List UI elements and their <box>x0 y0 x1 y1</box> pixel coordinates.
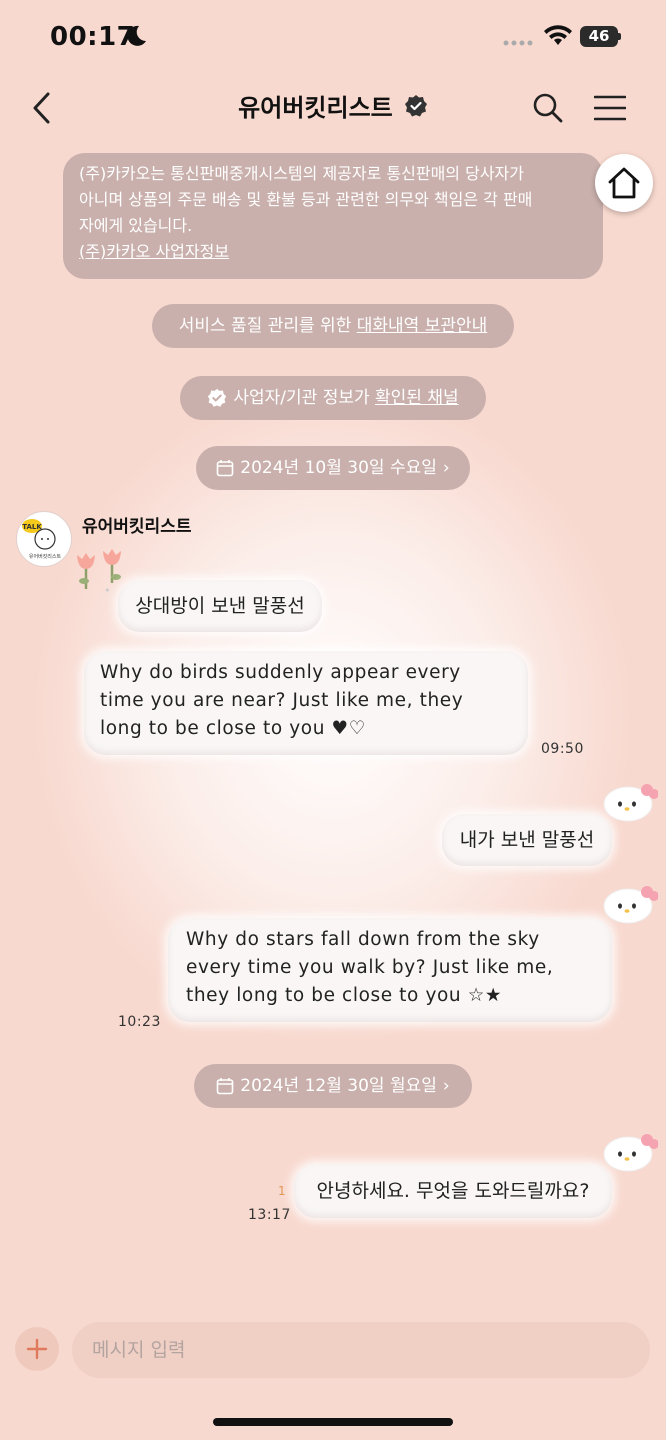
commerce-notice: (주)카카오는 통신판매중개시스템의 제공자로 통신판매의 당사자가 아니며 상… <box>63 153 603 279</box>
message-line: time you are near? Just like me, they <box>100 690 464 711</box>
talk-avatar-icon: TALK 유어버킷리스트 <box>22 519 62 560</box>
verified-channel-notice: 사업자/기관 정보가 확인된 채널 <box>180 376 486 420</box>
date-divider[interactable]: 2024년 12월 30일 월요일 › <box>194 1064 472 1108</box>
battery-indicator: 46 <box>580 26 618 47</box>
service-notice-text: 서비스 품질 관리를 위한 <box>178 316 357 336</box>
verified-badge-icon <box>404 94 427 116</box>
wifi-icon <box>544 25 572 45</box>
home-icon <box>608 167 640 199</box>
message-line: long to be close to you ♥♡ <box>100 718 366 739</box>
sender-name: 유어버킷리스트 <box>82 517 192 537</box>
message-line: Why do birds suddenly appear every <box>100 662 461 683</box>
unread-count: 1 <box>278 1184 286 1198</box>
avatar-talk-label: TALK <box>22 523 42 531</box>
chat-history-link[interactable]: 대화내역 보관안내 <box>357 316 488 336</box>
header-title-wrap: 유어버킷리스트 <box>0 88 666 123</box>
verified-channel-link[interactable]: 확인된 채널 <box>375 388 459 408</box>
message-timestamp: 09:50 <box>541 741 584 757</box>
received-message[interactable]: 상대방이 보낸 말풍선 <box>118 580 322 632</box>
verified-text: 사업자/기관 정보가 <box>233 388 376 408</box>
message-line: Why do stars fall down from the sky <box>186 929 540 950</box>
menu-icon[interactable] <box>594 94 626 122</box>
calendar-icon <box>216 460 234 477</box>
battery-cap <box>618 33 621 40</box>
sent-message[interactable]: 내가 보낸 말풍선 <box>442 814 612 866</box>
business-info-link[interactable]: (주)카카오 사업자정보 <box>79 239 587 265</box>
tulip-sticker-icon: ✦ <box>77 549 121 595</box>
sent-message[interactable]: 안녕하세요. 무엇을 도와드릴까요? <box>294 1164 612 1218</box>
calendar-icon <box>216 1078 234 1095</box>
svg-text:✦: ✦ <box>104 586 111 595</box>
avatar[interactable]: TALK 유어버킷리스트 <box>16 511 72 567</box>
date-divider[interactable]: 2024년 10월 30일 수요일 › <box>196 446 470 490</box>
status-time: 00:17 <box>50 22 136 52</box>
message-timestamp: 10:23 <box>118 1014 161 1030</box>
hello-kitty-sticker-icon <box>603 1134 658 1172</box>
hello-kitty-sticker-icon <box>603 784 658 822</box>
verified-check-icon <box>208 388 227 407</box>
date-label: 2024년 10월 30일 수요일 <box>240 458 437 478</box>
chat-history-notice: 서비스 품질 관리를 위한 대화내역 보관안내 <box>152 304 514 348</box>
message-line: they long to be close to you ☆★ <box>186 985 503 1006</box>
signal-icon <box>503 40 533 46</box>
sent-message[interactable]: Why do stars fall down from the sky ever… <box>168 918 612 1022</box>
moon-icon <box>127 25 146 46</box>
date-label: 2024년 12월 30일 월요일 <box>240 1076 437 1096</box>
search-icon[interactable] <box>532 92 564 124</box>
chevron-right-icon: › <box>442 1076 450 1096</box>
received-message[interactable]: Why do birds suddenly appear every time … <box>84 651 528 755</box>
page-title: 유어버킷리스트 <box>238 94 393 122</box>
attach-button[interactable] <box>15 1327 59 1371</box>
notice-line: 아니며 상품의 주문 배송 및 환불 등과 관련한 의무와 책임은 각 판매 <box>79 190 533 209</box>
hello-kitty-sticker-icon <box>603 886 658 924</box>
message-line: every time you walk by? Just like me, <box>186 957 554 978</box>
notice-line: (주)카카오는 통신판매중개시스템의 제공자로 통신판매의 당사자가 <box>79 164 524 183</box>
home-button[interactable] <box>595 154 653 212</box>
message-timestamp: 13:17 <box>248 1207 291 1223</box>
avatar-sublabel: 유어버킷리스트 <box>29 553 62 560</box>
message-input[interactable]: 메시지 입력 <box>72 1322 650 1378</box>
home-indicator <box>213 1418 453 1426</box>
chevron-right-icon: › <box>442 458 450 478</box>
notice-line: 자에게 있습니다. <box>79 216 193 235</box>
plus-icon <box>26 1338 48 1360</box>
